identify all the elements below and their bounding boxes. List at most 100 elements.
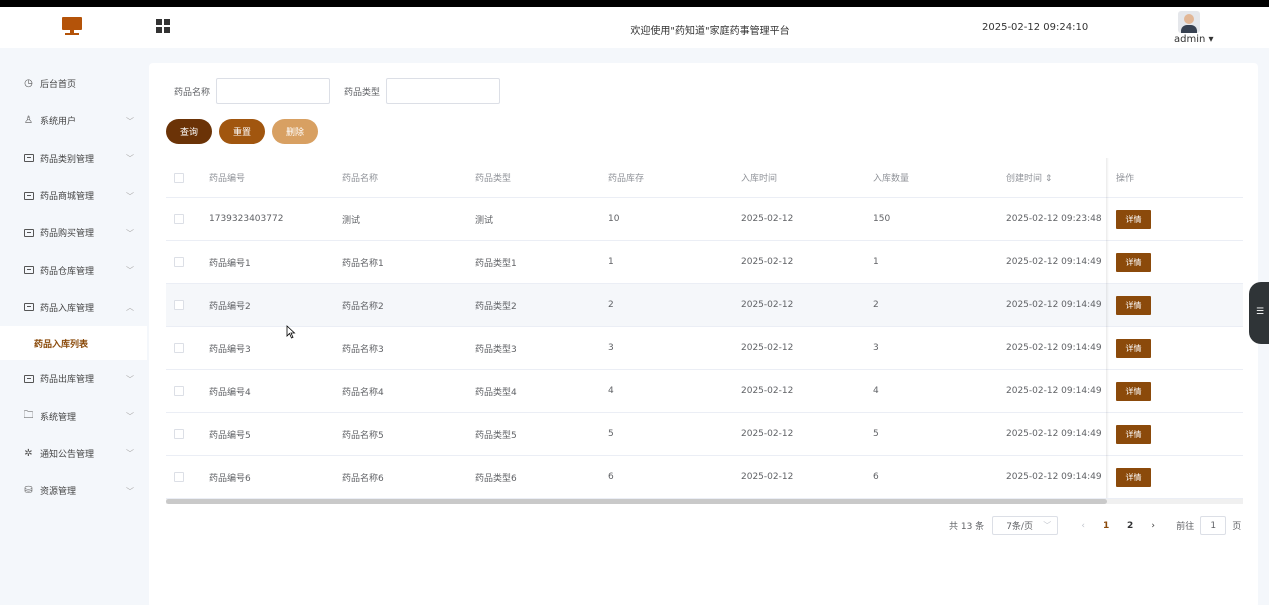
chevron-icon: ﹀: [126, 191, 134, 201]
next-page-icon[interactable]: ›: [1146, 521, 1160, 531]
column-header: 入库时间: [741, 174, 778, 184]
table-cell: 药品类型4: [475, 387, 517, 398]
table-cell: 6: [873, 472, 879, 482]
sidebar-subitem-inbound-list[interactable]: 药品入库列表: [0, 326, 147, 361]
table-row[interactable]: 1739323403772 测试 测试 10 2025-02-12 150 2025-02-…: [166, 198, 1243, 241]
data-table: 药品编号 药品名称 药品类型 药品库存 入库时间 入库数量 创建时间 ⇕ 操作 1739323…: [166, 158, 1243, 499]
page-size-value: 7条/页: [1006, 522, 1033, 532]
sidebar-item-label: 后台首页: [40, 80, 77, 91]
box-icon: [23, 190, 34, 201]
prev-page-icon[interactable]: ‹: [1076, 521, 1090, 531]
table-cell: 2025-02-12 09:14:49: [1006, 257, 1102, 267]
row-checkbox[interactable]: [174, 343, 184, 353]
sidebar-item-10[interactable]: ⛁ 资源管理 ﹀: [0, 472, 147, 509]
chevron-icon: ﹀: [126, 116, 134, 126]
drug-name-input[interactable]: [216, 78, 331, 104]
monitor-logo-icon[interactable]: [62, 17, 82, 35]
row-checkbox[interactable]: [174, 386, 184, 396]
sidebar-item-1[interactable]: ♙ 系统用户 ﹀: [0, 102, 147, 139]
table-cell: 2025-02-12: [741, 386, 794, 396]
chevron-icon: ︿: [126, 303, 134, 313]
sidebar-item-4[interactable]: 药品购买管理 ﹀: [0, 214, 147, 251]
action-cell: 详情: [1116, 370, 1151, 412]
drug-type-input[interactable]: [386, 78, 501, 104]
table-cell: 6: [608, 472, 614, 482]
detail-button[interactable]: 详情: [1116, 424, 1151, 444]
query-button[interactable]: 查询: [166, 119, 213, 144]
row-checkbox[interactable]: [174, 214, 184, 224]
pagination-total: 共 13 条: [949, 522, 985, 532]
table-row[interactable]: 药品编号2 药品名称2 药品类型2 2 2025-02-12 2 2025-02-12 09…: [166, 284, 1243, 327]
delete-button[interactable]: 删除: [272, 119, 319, 144]
table-cell: 2025-02-12: [741, 214, 794, 224]
table-cell: 4: [873, 386, 879, 396]
sidebar-item-label: 资源管理: [40, 487, 77, 498]
sidebar-item-6[interactable]: 药品入库管理 ︿: [0, 289, 147, 326]
top-header: 欢迎使用"药知道"家庭药事管理平台 2025-02-12 09:24:10 ad…: [0, 7, 1269, 48]
table-cell: 10: [608, 214, 620, 224]
table-row[interactable]: 药品编号4 药品名称4 药品类型4 4 2025-02-12 4 2025-02-12 09…: [166, 370, 1243, 413]
table-header-row: 药品编号 药品名称 药品类型 药品库存 入库时间 入库数量 创建时间 ⇕ 操作: [166, 158, 1243, 198]
detail-button[interactable]: 详情: [1116, 338, 1151, 358]
mouse-cursor-icon: [286, 325, 296, 339]
table-cell: 测试: [475, 215, 494, 226]
avatar[interactable]: [1178, 11, 1200, 33]
row-checkbox[interactable]: [174, 300, 184, 310]
page-1[interactable]: 1: [1097, 521, 1115, 531]
sidebar-item-8[interactable]: 🗀 系统管理 ﹀: [0, 397, 147, 434]
table-cell: 药品类型6: [475, 473, 517, 484]
resource-icon: ⛁: [24, 485, 33, 497]
row-checkbox-cell: [174, 370, 184, 412]
floating-side-tab[interactable]: ☰: [1249, 282, 1269, 344]
column-header: 药品编号: [209, 174, 246, 184]
goto-page-input[interactable]: 1: [1200, 516, 1227, 535]
table-row[interactable]: 药品编号6 药品名称6 药品类型6 6 2025-02-12 6 2025-02-12 09…: [166, 456, 1243, 499]
sidebar-item-label: 药品类别管理: [40, 154, 95, 165]
select-all-checkbox-cell: [174, 158, 184, 197]
table-cell: 5: [608, 429, 614, 439]
box-icon: [23, 153, 34, 164]
table-row[interactable]: 药品编号1 药品名称1 药品类型1 1 2025-02-12 1 2025-02-12 09…: [166, 241, 1243, 284]
action-cell: 详情: [1116, 241, 1151, 283]
detail-button[interactable]: 详情: [1116, 381, 1151, 401]
sidebar-item-label: 药品购买管理: [40, 229, 95, 240]
row-checkbox[interactable]: [174, 472, 184, 482]
table-cell: 药品编号6: [209, 473, 251, 484]
detail-button[interactable]: 详情: [1116, 209, 1151, 229]
select-all-checkbox[interactable]: [174, 172, 184, 183]
sidebar-item-7[interactable]: 药品出库管理 ﹀: [0, 360, 147, 397]
column-header[interactable]: 创建时间 ⇕: [1006, 158, 1052, 197]
table-row[interactable]: 药品编号3 药品名称3 药品类型3 3 2025-02-12 3 2025-02-12 09…: [166, 327, 1243, 370]
page-2[interactable]: 2: [1121, 521, 1139, 531]
chevron-icon: ﹀: [126, 374, 134, 384]
detail-button[interactable]: 详情: [1116, 467, 1151, 487]
page-size-select[interactable]: 7条/页 ﹀: [992, 516, 1059, 535]
table-cell: 药品类型1: [475, 258, 517, 269]
sidebar-item-label: 药品入库管理: [40, 303, 95, 314]
row-checkbox[interactable]: [174, 429, 184, 439]
table-cell: 药品名称3: [342, 344, 384, 355]
chevron-icon: ﹀: [126, 154, 134, 164]
row-checkbox[interactable]: [174, 257, 184, 267]
clock-icon: ◷: [24, 78, 33, 90]
table-cell: 2025-02-12 09:14:49: [1006, 300, 1102, 310]
detail-button[interactable]: 详情: [1116, 295, 1151, 315]
user-menu[interactable]: admin ▾: [1174, 34, 1214, 45]
sidebar-item-3[interactable]: 药品商城管理 ﹀: [0, 177, 147, 214]
table-cell: 药品编号5: [209, 430, 251, 441]
reset-button[interactable]: 重置: [219, 119, 266, 144]
table-cell: 150: [873, 214, 891, 224]
column-header: 药品库存: [608, 174, 645, 184]
horizontal-scrollbar[interactable]: [166, 499, 1107, 504]
sidebar-item-9[interactable]: ✲ 通知公告管理 ﹀: [0, 435, 147, 472]
table-cell: 2: [608, 300, 614, 310]
table-cell: 药品名称1: [342, 258, 384, 269]
action-cell: 详情: [1116, 327, 1151, 369]
table-row[interactable]: 药品编号5 药品名称5 药品类型5 5 2025-02-12 5 2025-02-12 09…: [166, 413, 1243, 456]
sidebar-item-5[interactable]: 药品仓库管理 ﹀: [0, 251, 147, 288]
detail-button[interactable]: 详情: [1116, 252, 1151, 272]
table-cell: 2025-02-12: [741, 472, 794, 482]
sidebar-item-0[interactable]: ◷ 后台首页: [0, 65, 147, 102]
menu-grid-icon[interactable]: [156, 19, 170, 33]
sidebar-item-2[interactable]: 药品类别管理 ﹀: [0, 140, 147, 177]
